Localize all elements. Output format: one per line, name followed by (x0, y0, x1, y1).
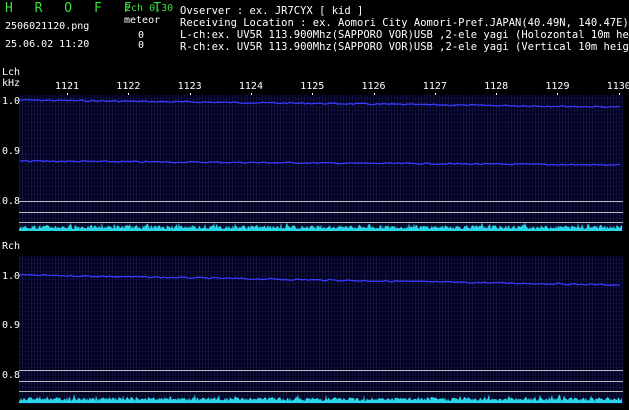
lch-secondary-trace (19, 159, 621, 166)
rch-spectrum (19, 394, 622, 403)
lch-carrier-trace (19, 98, 621, 109)
lch-spectrum (19, 222, 622, 231)
waterfall-overlay (19, 98, 622, 403)
rch-carrier-trace (19, 273, 621, 286)
